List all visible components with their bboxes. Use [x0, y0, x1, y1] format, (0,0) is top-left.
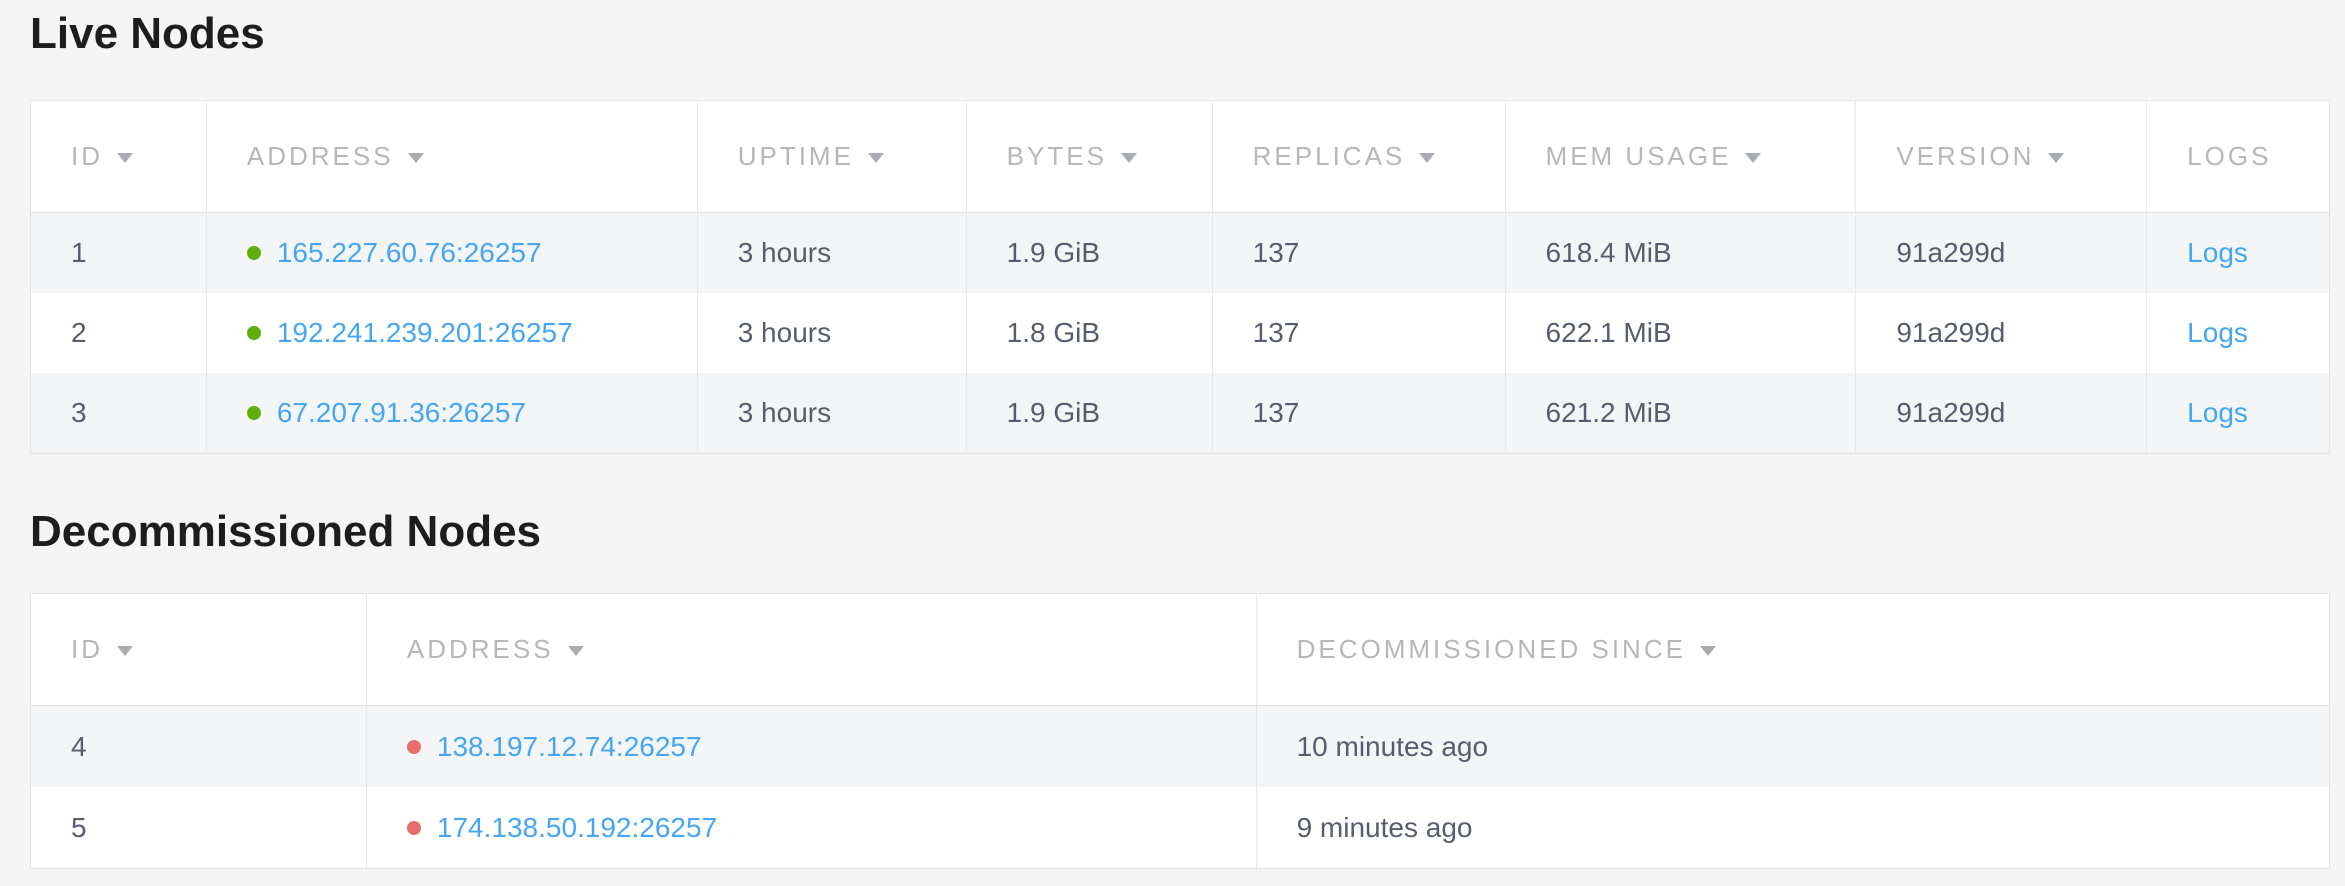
- column-header-label: UPTIME: [738, 141, 854, 172]
- column-header-decommissioned_since[interactable]: DECOMMISSIONED SINCE: [1256, 594, 2329, 706]
- sort-arrow-icon: [1419, 153, 1435, 163]
- cell-id: 5: [31, 787, 367, 869]
- cell-address: 192.241.239.201:26257: [206, 293, 697, 373]
- node-status-dot-live-icon: [247, 406, 261, 420]
- sort-arrow-icon: [2048, 153, 2064, 163]
- column-header-label: ID: [71, 141, 103, 172]
- live-nodes-table: ID ADDRESS UPTIME BYTES REPLICAS MEM USAGE VER…: [30, 100, 2330, 454]
- cell-logs: Logs: [2147, 293, 2330, 373]
- column-header-label: ID: [71, 634, 103, 665]
- cell-decommissioned_since: 9 minutes ago: [1256, 787, 2329, 869]
- sort-arrow-icon: [117, 153, 133, 163]
- column-header-id[interactable]: ID: [31, 101, 207, 213]
- node-status-dot-decommissioned-icon: [407, 821, 421, 835]
- logs-link[interactable]: Logs: [2187, 317, 2248, 348]
- cell-logs: Logs: [2147, 373, 2330, 454]
- column-header-label: LOGS: [2187, 141, 2271, 172]
- cell-mem_usage: 618.4 MiB: [1505, 213, 1856, 294]
- cell-bytes: 1.8 GiB: [966, 293, 1212, 373]
- cluster-nodes-page: Live Nodes ID ADDRESS UPTIME BYTES REPLICAS M…: [0, 0, 2345, 869]
- cell-replicas: 137: [1212, 213, 1505, 294]
- column-header-label: ADDRESS: [407, 634, 554, 665]
- cell-logs: Logs: [2147, 213, 2330, 294]
- cell-version: 91a299d: [1856, 213, 2147, 294]
- column-header-replicas[interactable]: REPLICAS: [1212, 101, 1505, 213]
- table-header-row: ID ADDRESS UPTIME BYTES REPLICAS MEM USAGE VER…: [31, 101, 2330, 213]
- column-header-id[interactable]: ID: [31, 594, 367, 706]
- column-header-label: VERSION: [1896, 141, 2034, 172]
- cell-mem_usage: 622.1 MiB: [1505, 293, 1856, 373]
- sort-arrow-icon: [117, 646, 133, 656]
- column-header-address[interactable]: ADDRESS: [366, 594, 1256, 706]
- column-header-logs: LOGS: [2147, 101, 2330, 213]
- node-address-link[interactable]: 192.241.239.201:26257: [277, 317, 573, 348]
- decommissioned-nodes-title: Decommissioned Nodes: [30, 510, 2330, 554]
- cell-mem_usage: 621.2 MiB: [1505, 373, 1856, 454]
- node-status-dot-live-icon: [247, 246, 261, 260]
- table-row: 2 192.241.239.201:26257 3 hours1.8 GiB1376…: [31, 293, 2330, 373]
- column-header-label: MEM USAGE: [1546, 141, 1732, 172]
- logs-link[interactable]: Logs: [2187, 237, 2248, 268]
- sort-arrow-icon: [1121, 153, 1137, 163]
- column-header-label: BYTES: [1007, 141, 1107, 172]
- cell-id: 4: [31, 706, 367, 788]
- column-header-bytes[interactable]: BYTES: [966, 101, 1212, 213]
- cell-address: 67.207.91.36:26257: [206, 373, 697, 454]
- cell-address: 138.197.12.74:26257: [366, 706, 1256, 788]
- node-status-dot-live-icon: [247, 326, 261, 340]
- sort-arrow-icon: [408, 153, 424, 163]
- cell-replicas: 137: [1212, 373, 1505, 454]
- node-status-dot-decommissioned-icon: [407, 740, 421, 754]
- cell-version: 91a299d: [1856, 293, 2147, 373]
- decommissioned-nodes-table: ID ADDRESS DECOMMISSIONED SINCE 4 138.197.1…: [30, 593, 2330, 869]
- node-address-link[interactable]: 174.138.50.192:26257: [437, 812, 717, 843]
- column-header-uptime[interactable]: UPTIME: [697, 101, 966, 213]
- cell-id: 2: [31, 293, 207, 373]
- column-header-version[interactable]: VERSION: [1856, 101, 2147, 213]
- cell-uptime: 3 hours: [697, 293, 966, 373]
- table-row: 3 67.207.91.36:26257 3 hours1.9 GiB137621.…: [31, 373, 2330, 454]
- column-header-label: DECOMMISSIONED SINCE: [1297, 634, 1686, 665]
- column-header-mem_usage[interactable]: MEM USAGE: [1505, 101, 1856, 213]
- cell-uptime: 3 hours: [697, 373, 966, 454]
- cell-uptime: 3 hours: [697, 213, 966, 294]
- column-header-address[interactable]: ADDRESS: [206, 101, 697, 213]
- node-address-link[interactable]: 67.207.91.36:26257: [277, 397, 526, 428]
- logs-link[interactable]: Logs: [2187, 397, 2248, 428]
- table-row: 4 138.197.12.74:26257 10 minutes ago: [31, 706, 2330, 788]
- cell-bytes: 1.9 GiB: [966, 213, 1212, 294]
- cell-address: 174.138.50.192:26257: [366, 787, 1256, 869]
- column-header-label: REPLICAS: [1253, 141, 1406, 172]
- cell-id: 1: [31, 213, 207, 294]
- sort-arrow-icon: [1700, 646, 1716, 656]
- sort-arrow-icon: [568, 646, 584, 656]
- column-header-label: ADDRESS: [247, 141, 394, 172]
- sort-arrow-icon: [868, 153, 884, 163]
- sort-arrow-icon: [1745, 153, 1761, 163]
- table-row: 1 165.227.60.76:26257 3 hours1.9 GiB137618…: [31, 213, 2330, 294]
- cell-replicas: 137: [1212, 293, 1505, 373]
- node-address-link[interactable]: 165.227.60.76:26257: [277, 237, 542, 268]
- node-address-link[interactable]: 138.197.12.74:26257: [437, 731, 702, 762]
- cell-version: 91a299d: [1856, 373, 2147, 454]
- cell-id: 3: [31, 373, 207, 454]
- cell-decommissioned_since: 10 minutes ago: [1256, 706, 2329, 788]
- cell-address: 165.227.60.76:26257: [206, 213, 697, 294]
- table-header-row: ID ADDRESS DECOMMISSIONED SINCE: [31, 594, 2330, 706]
- table-row: 5 174.138.50.192:26257 9 minutes ago: [31, 787, 2330, 869]
- live-nodes-title: Live Nodes: [30, 12, 2330, 56]
- cell-bytes: 1.9 GiB: [966, 373, 1212, 454]
